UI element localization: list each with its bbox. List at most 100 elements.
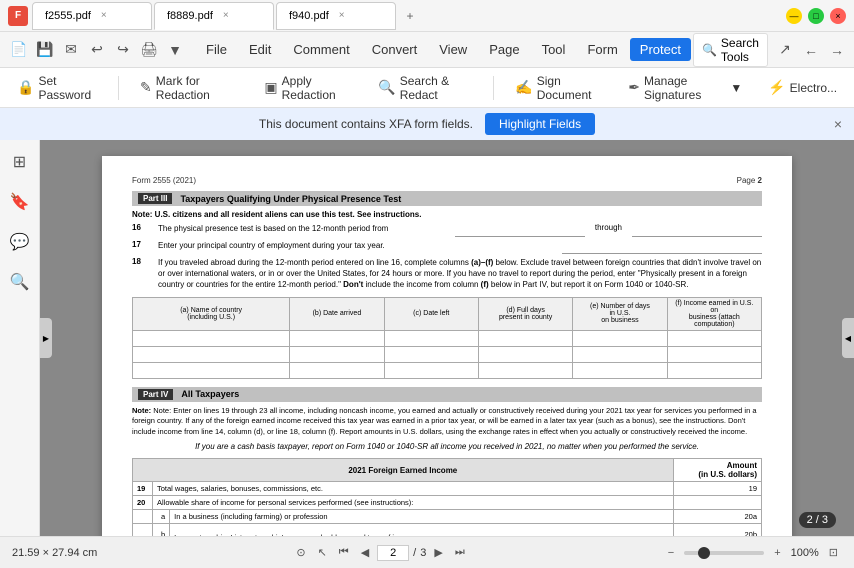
form-row-18: 18 If you traveled abroad during the 12-… [132,257,762,291]
page-header: Form 2555 (2021) Page 2 [132,176,762,185]
income-row-20b: b In a partnership. List partnership's n… [133,524,762,536]
page-number: Page 2 [737,176,762,185]
collapse-left-button[interactable]: ▶ [40,318,52,358]
income-row-ref: 19 [673,482,761,496]
sign-document-button[interactable]: ✍ Sign Document [506,69,611,107]
redo-icon[interactable]: ↪ [112,39,134,61]
add-tab-button[interactable]: + [398,4,422,28]
tab-f940[interactable]: f940.pdf × [276,2,396,30]
row-text-17: Enter your principal country of employme… [158,240,556,251]
document-page: Form 2555 (2021) Page 2 Part III Taxpaye… [102,156,792,536]
apply-redaction-label: Apply Redaction [282,74,353,102]
income-row-text: In a partnership. List partnership's nam… [170,524,673,536]
page-number-input[interactable] [377,545,409,561]
income-row-19: 19 Total wages, salaries, bonuses, commi… [133,482,762,496]
sidebar-icon-search[interactable]: 🔍 [6,268,34,296]
search-tools-button[interactable]: 🔍 Search Tools [693,33,768,67]
menu-edit[interactable]: Edit [239,38,281,61]
page-navigation: ⊙ ↖ ⏮ ◀ / 3 ▶ ⏭ [292,544,468,561]
fit-page-button[interactable]: ⊡ [825,544,842,561]
select-tool-button[interactable]: ⊙ [292,544,309,561]
app-icon: F [8,6,28,26]
email-icon[interactable]: ✉ [60,39,82,61]
back-icon[interactable]: ← [800,39,822,61]
sidebar-icon-pages[interactable]: ⊞ [6,148,34,176]
external-link-icon[interactable]: ↗ [774,39,796,61]
part-iv-header: Part IV All Taxpayers [132,387,762,402]
sidebar-icon-bookmarks[interactable]: 🔖 [6,188,34,216]
zoom-out-button[interactable]: − [664,545,678,561]
prev-page-button[interactable]: ◀ [357,544,373,561]
tab-f8889[interactable]: f8889.pdf × [154,2,274,30]
tab-close-icon[interactable]: × [223,10,229,21]
minimize-button[interactable]: — [786,8,802,24]
tab-close-icon[interactable]: × [101,10,107,21]
menu-form[interactable]: Form [577,38,627,61]
menu-protect[interactable]: Protect [630,38,691,61]
mark-redaction-button[interactable]: ✎ Mark for Redaction [131,69,247,107]
menu-convert[interactable]: Convert [362,38,428,61]
cash-basis-note: If you are a cash basis taxpayer, report… [132,441,762,452]
collapse-right-button[interactable]: ◀ [842,318,854,358]
electro-button[interactable]: ⚡ Electro... [759,74,846,101]
document-area[interactable]: ▶ Form 2555 (2021) Page 2 Part III Taxpa… [40,140,854,536]
more-icon[interactable]: ▼ [164,39,186,61]
search-redact-button[interactable]: 🔍 Search & Redact [369,69,481,107]
sign-document-label: Sign Document [537,74,602,102]
dropdown-arrow-icon: ▼ [730,81,742,95]
menu-comment[interactable]: Comment [283,38,359,61]
row-input-16-from[interactable] [455,223,585,237]
page-separator: / [413,547,416,559]
tab-close-icon[interactable]: × [339,10,345,21]
tabs-area: f2555.pdf × f8889.pdf × f940.pdf × + [32,2,782,30]
zoom-slider[interactable] [684,551,764,555]
row-input-16-to[interactable] [632,223,762,237]
row-input-17[interactable] [562,240,762,254]
search-icon: 🔍 [702,43,717,57]
menu-tool[interactable]: Tool [532,38,576,61]
tab-f2555[interactable]: f2555.pdf × [32,2,152,30]
table-header-b: (b) Date arrived [290,297,384,330]
income-row-ref [673,496,761,510]
notification-close-button[interactable]: × [834,116,842,132]
travel-data-table: (a) Name of country(including U.S.) (b) … [132,297,762,379]
undo-icon[interactable]: ↩ [86,39,108,61]
form-id: Form 2555 (2021) [132,176,196,185]
collapse-left-icon: ▶ [43,334,49,343]
first-page-button[interactable]: ⏮ [335,544,353,561]
income-row-text: In a business (including farming) or pro… [170,510,673,524]
collapse-right-icon: ◀ [845,334,851,343]
zoom-in-button[interactable]: + [770,545,784,561]
search-tools-label: Search Tools [721,36,759,64]
forward-icon[interactable]: → [826,39,848,61]
maximize-button[interactable]: □ [808,8,824,24]
table-header-c: (c) Date left [384,297,478,330]
file-icon[interactable]: 📄 [8,39,30,61]
signatures-icon: ✒ [628,79,640,96]
manage-signatures-button[interactable]: ✒ Manage Signatures ▼ [619,69,751,107]
next-page-button[interactable]: ▶ [430,544,446,561]
print-icon[interactable]: 🖨 [138,39,160,61]
quick-access-icons: 📄 💾 ✉ ↩ ↪ 🖨 ▼ [8,39,186,61]
search-redact-icon: 🔍 [378,79,395,96]
close-button[interactable]: × [830,8,846,24]
zoom-level-label: 100% [791,547,819,559]
menu-bar: 📄 💾 ✉ ↩ ↪ 🖨 ▼ File Edit Comment Convert … [0,32,854,68]
lock-icon: 🔒 [17,79,34,96]
menu-view[interactable]: View [429,38,477,61]
travel-table: (a) Name of country(including U.S.) (b) … [132,297,762,379]
save-icon[interactable]: 💾 [34,39,56,61]
highlight-fields-button[interactable]: Highlight Fields [485,113,595,135]
set-password-button[interactable]: 🔒 Set Password [8,69,106,107]
table-header-e: (e) Number of daysin U.S.on business [573,297,667,330]
menu-page[interactable]: Page [479,38,529,61]
part-iii-header: Part III Taxpayers Qualifying Under Phys… [132,191,762,206]
cursor-tool-button[interactable]: ↖ [314,544,331,561]
last-page-button[interactable]: ⏭ [451,544,469,561]
tab-label: f8889.pdf [167,10,213,22]
row-num-17: 17 [132,240,152,249]
menu-file[interactable]: File [196,38,237,61]
apply-redaction-button[interactable]: ▣ Apply Redaction [255,69,361,107]
title-bar: F f2555.pdf × f8889.pdf × f940.pdf × + —… [0,0,854,32]
sidebar-icon-comments[interactable]: 💬 [6,228,34,256]
